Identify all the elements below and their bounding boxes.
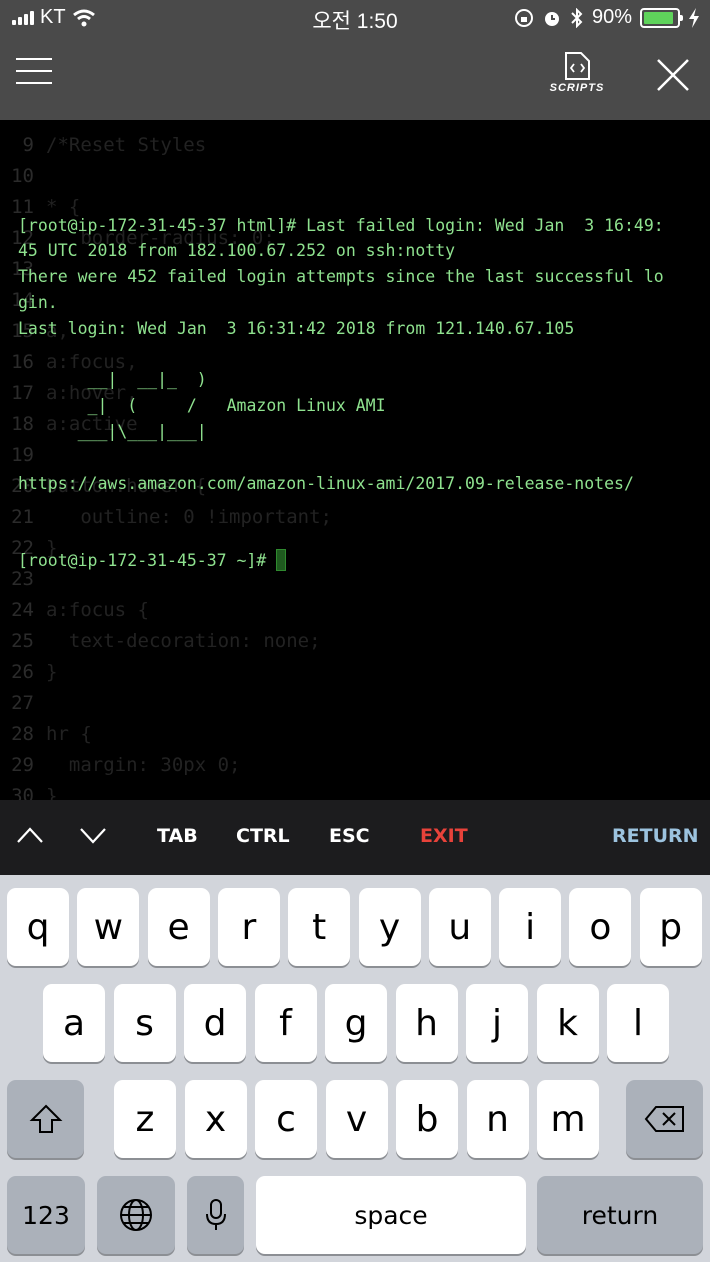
line-number: 27 [11, 692, 34, 714]
key-y[interactable]: y [358, 888, 421, 966]
terminal-line: ___|\___|___| [18, 421, 207, 441]
ctrl-key[interactable]: CTRL [236, 825, 290, 847]
key-s[interactable]: s [113, 984, 176, 1062]
key-l[interactable]: l [607, 984, 669, 1062]
return-key-accessory[interactable]: RETURN [612, 825, 699, 847]
backspace-key[interactable] [626, 1080, 703, 1158]
key-v[interactable]: v [325, 1080, 388, 1158]
code-text: } [46, 785, 58, 800]
key-c[interactable]: c [255, 1080, 317, 1158]
battery-percent: 90% [591, 6, 632, 28]
return-key[interactable]: return [537, 1176, 703, 1254]
bluetooth-icon [571, 7, 583, 28]
line-number: 9 [22, 134, 34, 156]
code-line: 30} [0, 781, 710, 800]
globe-icon [120, 1199, 152, 1231]
line-number: 26 [11, 661, 34, 683]
key-x[interactable]: x [184, 1080, 247, 1158]
line-number: 30 [11, 785, 34, 800]
arrow-down-icon[interactable] [79, 826, 107, 844]
microphone-icon [205, 1199, 226, 1230]
key-n[interactable]: n [466, 1080, 529, 1158]
code-line: 29 margin: 30px 0; [0, 750, 710, 781]
scripts-label: SCRIPTS [549, 82, 605, 94]
terminal-line: 45 UTC 2018 from 182.100.67.252 on ssh:n… [18, 241, 456, 261]
code-line: 9 /*Reset Styles [0, 130, 710, 161]
arrow-up-icon[interactable] [16, 826, 44, 844]
code-line: 26} [0, 657, 710, 688]
key-q[interactable]: q [7, 888, 69, 966]
scripts-button[interactable]: SCRIPTS [546, 52, 608, 94]
dictation-key[interactable] [187, 1176, 244, 1254]
code-text: margin: 30px 0; [46, 754, 241, 776]
code-text: } [46, 661, 58, 683]
terminal-line: gin. [18, 292, 58, 312]
terminal-cursor [276, 548, 287, 571]
menu-button[interactable] [16, 58, 52, 84]
key-g[interactable]: g [325, 984, 387, 1062]
terminal-line: [root@ip-172-31-45-37 html]# Last failed… [18, 215, 664, 235]
shift-key[interactable] [7, 1080, 84, 1158]
key-accessory-bar: TAB CTRL ESC EXIT RETURN [0, 800, 710, 875]
status-bar: KT 오전 1:50 90% [0, 0, 710, 36]
key-j[interactable]: j [466, 984, 528, 1062]
terminal-line: Last login: Wed Jan 3 16:31:42 2018 from… [18, 318, 575, 338]
code-text: text-decoration: none; [46, 630, 321, 652]
key-d[interactable]: d [184, 984, 246, 1062]
code-line: 27 [0, 688, 710, 719]
key-t[interactable]: t [288, 888, 351, 966]
key-e[interactable]: e [147, 888, 210, 966]
code-text: hr { [46, 723, 92, 745]
key-b[interactable]: b [396, 1080, 458, 1158]
line-number: 25 [11, 630, 34, 652]
charging-icon [689, 7, 699, 28]
on-screen-keyboard: 123 space return qwertyuiop asdfghjkl zxcv… [0, 875, 710, 1262]
key-m[interactable]: m [537, 1080, 599, 1158]
terminal-line: There were 452 failed login attempts sin… [18, 267, 664, 287]
backspace-icon [644, 1106, 684, 1132]
shell-prompt: [root@ip-172-31-45-37 ~]# [18, 550, 277, 570]
script-file-icon [565, 52, 590, 80]
exit-key[interactable]: EXIT [420, 825, 468, 847]
globe-key[interactable] [97, 1176, 175, 1254]
code-text: /*Reset Styles [46, 134, 207, 156]
key-z[interactable]: z [114, 1080, 176, 1158]
terminal-line: https://aws.amazon.com/amazon-linux-ami/… [18, 473, 634, 493]
key-a[interactable]: a [43, 984, 105, 1062]
tab-key[interactable]: TAB [157, 825, 198, 847]
key-o[interactable]: o [569, 888, 632, 966]
space-key[interactable]: space [256, 1176, 526, 1254]
key-i[interactable]: i [499, 888, 562, 966]
terminal-line: __| __|_ ) [18, 370, 207, 390]
key-w[interactable]: w [77, 888, 140, 966]
code-line: 28 hr { [0, 719, 710, 750]
alarm-icon [544, 11, 559, 26]
key-r[interactable]: r [217, 888, 280, 966]
line-number: 29 [11, 754, 34, 776]
line-number: 28 [11, 723, 34, 745]
top-bar: KT 오전 1:50 90% SCRIPTS [0, 0, 710, 120]
terminal-output: [root@ip-172-31-45-37 html]# Last failed… [18, 161, 698, 625]
close-icon[interactable] [656, 58, 690, 92]
key-f[interactable]: f [254, 984, 317, 1062]
terminal-line: _| ( / Amazon Linux AMI [18, 396, 386, 416]
key-k[interactable]: k [536, 984, 599, 1062]
terminal-view[interactable]: 9/*Reset Styles 10 11 * {12 border-radius: … [0, 120, 710, 800]
code-line: 25 text-decoration: none; [0, 626, 710, 657]
key-u[interactable]: u [428, 888, 491, 966]
key-h[interactable]: h [395, 984, 458, 1062]
rotation-lock-icon [514, 8, 533, 27]
battery-icon [640, 7, 683, 28]
shift-icon [29, 1104, 62, 1133]
numbers-key[interactable]: 123 [7, 1176, 85, 1254]
esc-key[interactable]: ESC [329, 825, 370, 847]
key-p[interactable]: p [639, 888, 702, 966]
